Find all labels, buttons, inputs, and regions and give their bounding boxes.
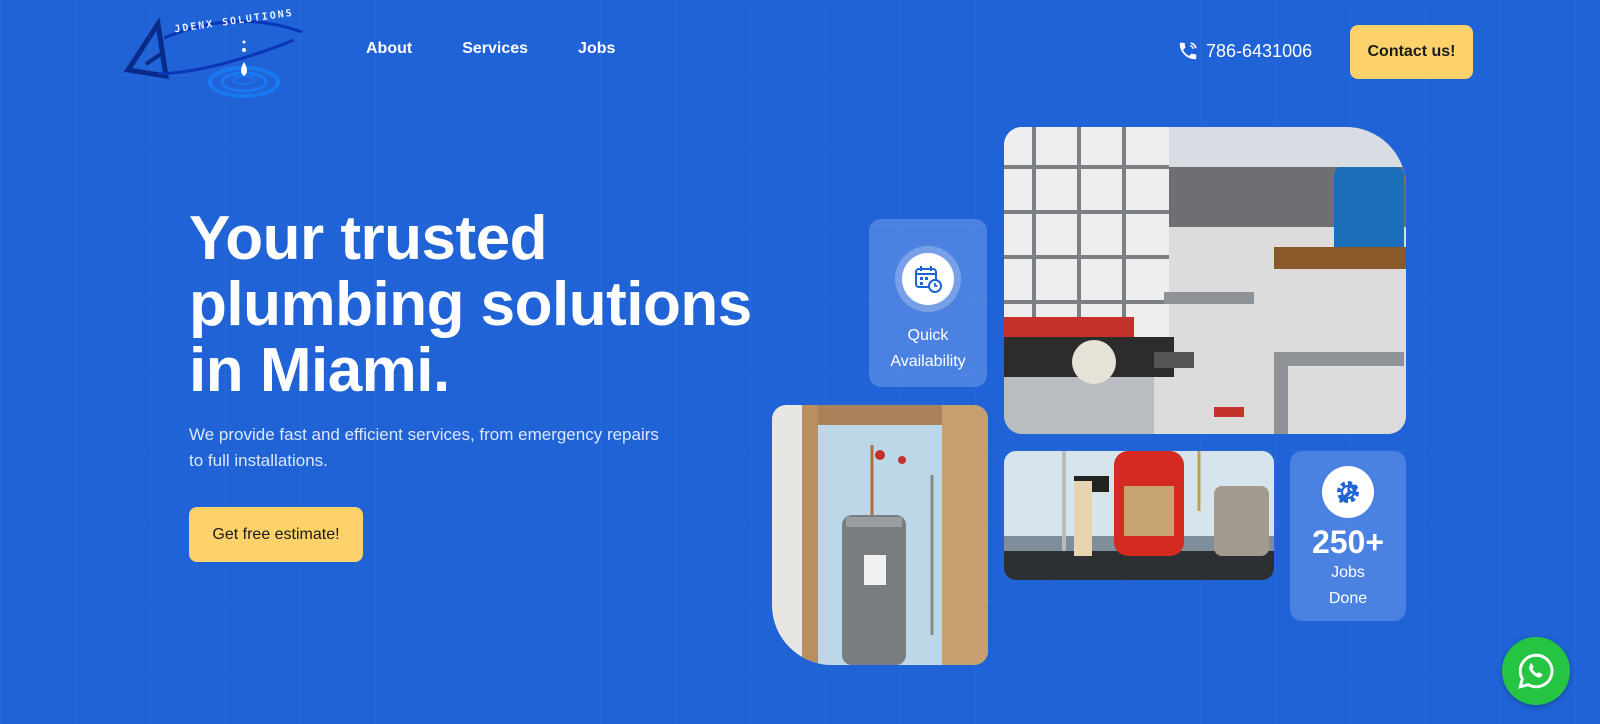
main-nav: About Services Jobs [366,40,615,58]
jobs-label-line: Done [1328,590,1368,607]
availability-line: Quick [907,327,949,344]
jobs-count: 250+ [1311,524,1385,560]
hero-subtitle-line: to full installations. [189,451,328,470]
phone-icon [1179,42,1197,60]
jobs-label: Jobs Done [1329,560,1367,612]
job-photo-tank [1004,127,1406,434]
phone-link[interactable]: 786-6431006 [1177,40,1312,62]
calendar-clock-icon [902,253,954,305]
jobs-label-line: Jobs [1331,564,1365,581]
job-photo-disposal [1004,451,1274,580]
nav-about[interactable]: About [366,40,412,58]
nav-services[interactable]: Services [462,40,528,58]
job-photo-water-heater [772,405,988,665]
availability-card: Quick Availability [869,219,987,387]
hero-title-line: Your trusted [189,204,547,273]
jobs-done-card: 250+ Jobs Done [1290,451,1406,621]
nav-jobs[interactable]: Jobs [578,40,615,58]
hero-title: Your trusted plumbing solutions in Miami… [189,206,789,404]
hero-title-line: in Miami. [189,336,450,405]
wrench-gear-icon [1322,466,1374,518]
whatsapp-button[interactable] [1502,637,1570,705]
logo[interactable]: JDENX SOLUTIONS [124,8,306,102]
whatsapp-icon [1518,653,1554,689]
contact-button[interactable]: Contact us! [1350,25,1473,79]
phone-number: 786-6431006 [1206,40,1313,61]
hero-subtitle-line: We provide fast and efficient services, … [189,425,659,444]
free-estimate-button[interactable]: Get free estimate! [189,507,363,562]
availability-line: Availability [890,353,966,370]
hero-subtitle: We provide fast and efficient services, … [189,422,749,474]
hero-title-line: plumbing solutions [189,270,752,339]
availability-label: Quick Availability [890,323,965,375]
